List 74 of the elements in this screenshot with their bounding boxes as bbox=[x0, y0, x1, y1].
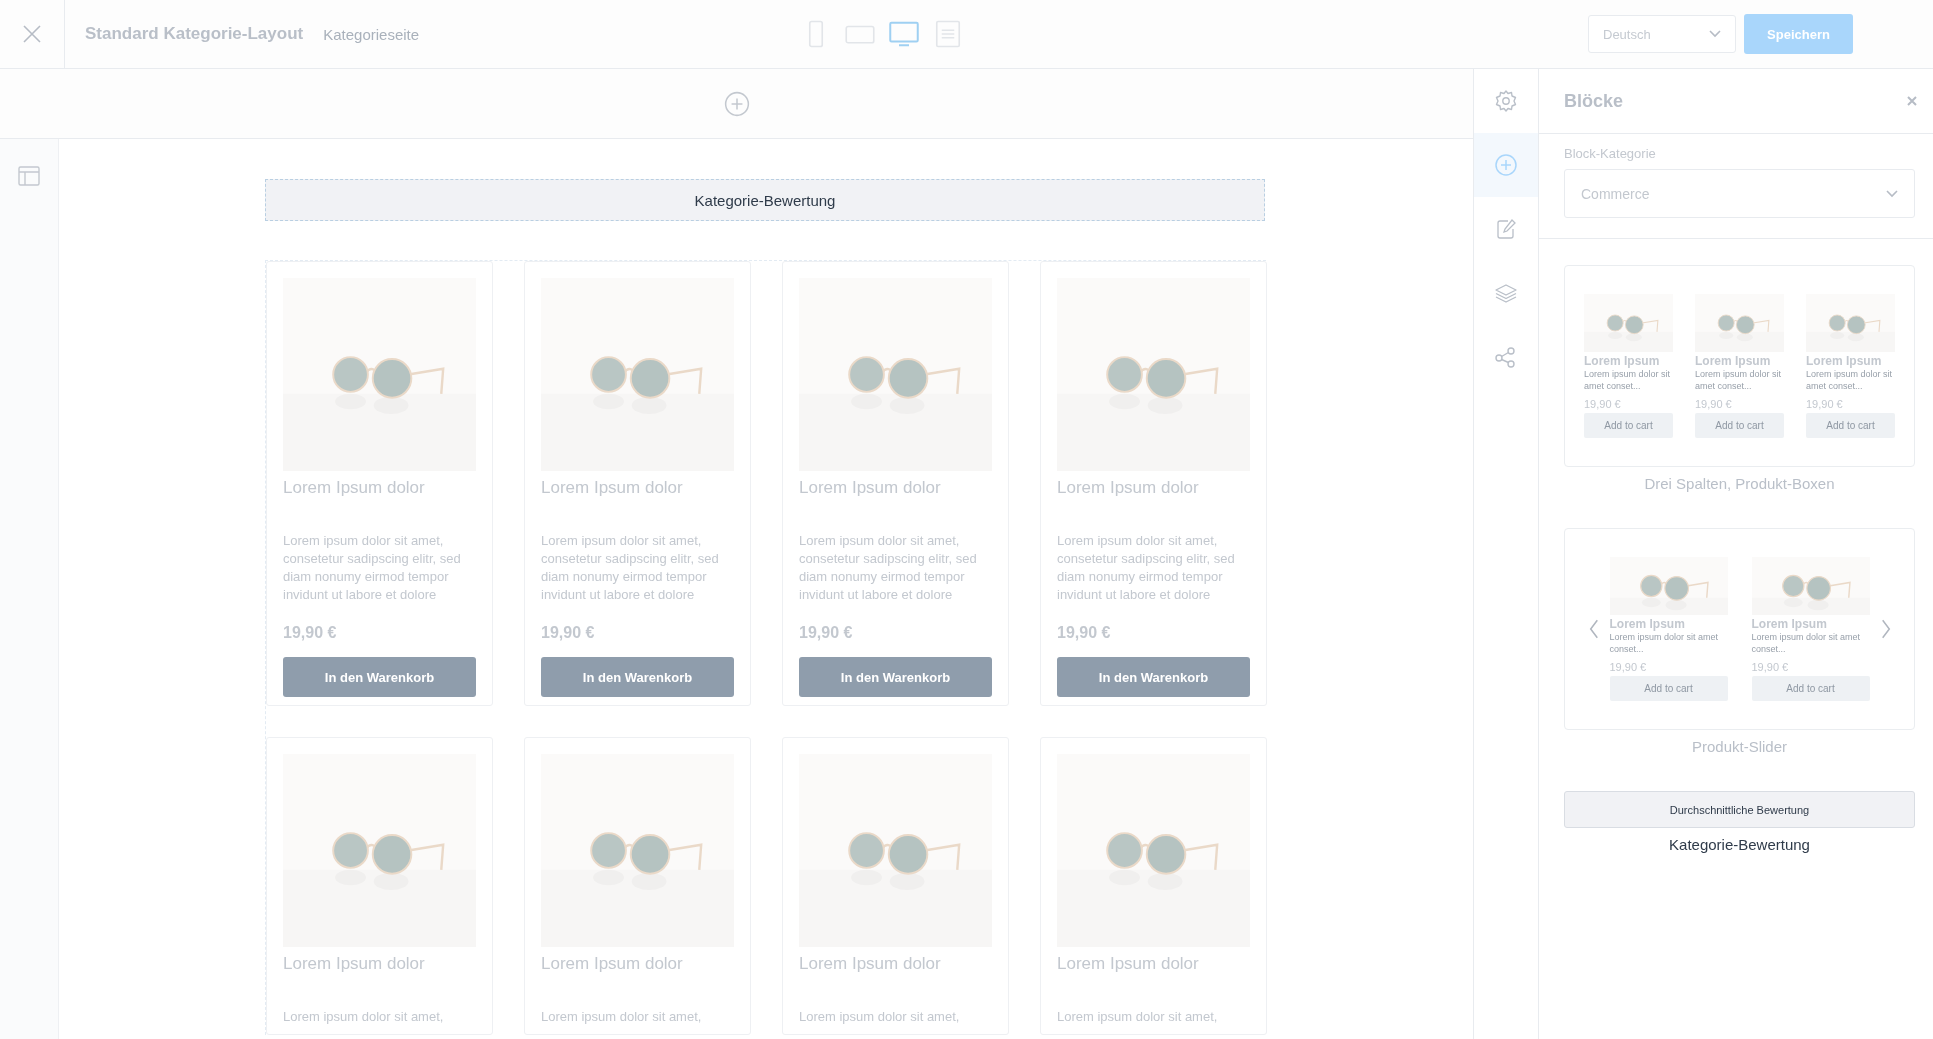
add-icon bbox=[1494, 153, 1518, 177]
close-icon[interactable] bbox=[22, 24, 42, 44]
product-price: 19,90 € bbox=[283, 624, 338, 642]
save-button[interactable]: Speichern bbox=[1744, 14, 1853, 54]
rating-block[interactable]: Kategorie-Bewertung bbox=[265, 179, 1265, 221]
add-to-cart-button[interactable]: In den Warenkorb bbox=[541, 657, 734, 697]
product-description: Lorem ipsum dolor sit amet conset... bbox=[1695, 368, 1783, 392]
edit-icon bbox=[1494, 217, 1518, 241]
product-title: Lorem Ipsum dolor bbox=[283, 478, 426, 498]
product-description: Lorem ipsum dolor sit amet, consetetur sadipscing elitr, sed diam nonumy eirmod tempor invidunt ut labore et dolore bbox=[799, 532, 978, 604]
block-preview[interactable] bbox=[1564, 265, 1915, 467]
language-select[interactable]: Deutsch bbox=[1588, 15, 1736, 53]
product-description: Lorem ipsum dolor sit amet conset... bbox=[1609, 631, 1720, 655]
product-price: 19,90 € bbox=[799, 624, 854, 642]
product-description: Lorem ipsum dolor sit amet, bbox=[799, 1008, 961, 1026]
layout-icon[interactable] bbox=[17, 164, 41, 188]
share-icon bbox=[1494, 345, 1518, 369]
monitor-icon bbox=[889, 19, 920, 49]
page-type-label: Kategorieseite bbox=[323, 25, 420, 43]
category-select[interactable]: Commerce bbox=[1564, 169, 1915, 218]
chevron-left-icon bbox=[1587, 618, 1600, 640]
product-price: 19,90 € bbox=[1057, 624, 1112, 642]
product-description: Lorem ipsum dolor sit amet, consetetur sadipscing elitr, sed diam nonumy eirmod tempor invidunt ut labore et dolore bbox=[541, 532, 720, 604]
product-title: Lorem Ipsum dolor bbox=[283, 954, 426, 974]
chevron-down-icon bbox=[1709, 30, 1721, 38]
product-title: Lorem Ipsum dolor bbox=[799, 954, 942, 974]
block-caption: Drei Spalten, Produkt-Boxen bbox=[1643, 475, 1836, 492]
product-description: Lorem ipsum dolor sit amet conset... bbox=[1584, 368, 1672, 392]
close-icon[interactable] bbox=[1906, 95, 1918, 107]
add-section-icon[interactable] bbox=[723, 90, 750, 117]
product-price: 19,90 € bbox=[1584, 398, 1622, 410]
product-description: Lorem ipsum dolor sit amet, consetetur sadipscing elitr, sed diam nonumy eirmod tempor invidunt ut labore et dolore bbox=[1057, 532, 1236, 604]
product-title: Lorem Ipsum dolor bbox=[541, 478, 684, 498]
product-title: Lorem Ipsum bbox=[1751, 617, 1828, 631]
block-caption: Kategorie-Bewertung bbox=[1668, 836, 1811, 853]
block-preview[interactable]: Durchschnittliche Bewertung bbox=[1564, 791, 1915, 828]
layout-title: Standard Kategorie-Layout bbox=[85, 24, 304, 44]
product-description: Lorem ipsum dolor sit amet, bbox=[541, 1008, 703, 1026]
product-price: 19,90 € bbox=[1695, 398, 1733, 410]
product-price: 19,90 € bbox=[1806, 398, 1844, 410]
add-to-cart-button[interactable]: In den Warenkorb bbox=[799, 657, 992, 697]
product-price: 19,90 € bbox=[1751, 661, 1790, 673]
product-title: Lorem Ipsum dolor bbox=[1057, 954, 1200, 974]
product-price: 19,90 € bbox=[1609, 661, 1648, 673]
add-to-cart-button: Add to cart bbox=[1751, 676, 1870, 701]
add-to-cart-button: Add to cart bbox=[1584, 413, 1673, 438]
block-caption: Produkt-Slider bbox=[1690, 738, 1788, 755]
product-price: 19,90 € bbox=[541, 624, 596, 642]
product-title: Lorem Ipsum bbox=[1609, 617, 1686, 631]
add-to-cart-button: Add to cart bbox=[1609, 676, 1728, 701]
rating-block-label: Kategorie-Bewertung bbox=[694, 191, 836, 209]
add-to-cart-button[interactable]: In den Warenkorb bbox=[283, 657, 476, 697]
block-preview[interactable]: Lorem Ipsum Lorem ipsum dolor sit amet conset... 19,90 € Add to cart Lorem Ipsum Lorem ipsum dolor sit amet conset... 19,90 € Add to cart bbox=[1564, 528, 1915, 730]
product-title: Lorem Ipsum bbox=[1806, 354, 1883, 368]
product-title: Lorem Ipsum dolor bbox=[1057, 478, 1200, 498]
add-to-cart-button: Add to cart bbox=[1806, 413, 1895, 438]
product-description: Lorem ipsum dolor sit amet, bbox=[283, 1008, 445, 1026]
chevron-down-icon bbox=[1886, 189, 1898, 198]
chevron-right-icon bbox=[1879, 618, 1892, 640]
sidebar-tab[interactable] bbox=[1474, 133, 1538, 197]
settings-icon bbox=[1494, 89, 1518, 113]
product-title: Lorem Ipsum dolor bbox=[799, 478, 942, 498]
panel-title: Blöcke bbox=[1564, 90, 1624, 112]
product-title: Lorem Ipsum dolor bbox=[541, 954, 684, 974]
product-description: Lorem ipsum dolor sit amet, consetetur sadipscing elitr, sed diam nonumy eirmod tempor invidunt ut labore et dolore bbox=[283, 532, 462, 604]
product-description: Lorem ipsum dolor sit amet conset... bbox=[1806, 368, 1894, 392]
field-label: Block-Kategorie bbox=[1564, 146, 1657, 161]
product-title: Lorem Ipsum bbox=[1695, 354, 1772, 368]
add-to-cart-button: Add to cart bbox=[1695, 413, 1784, 438]
product-description: Lorem ipsum dolor sit amet conset... bbox=[1751, 631, 1862, 655]
add-to-cart-button[interactable]: In den Warenkorb bbox=[1057, 657, 1250, 697]
product-title: Lorem Ipsum bbox=[1584, 354, 1661, 368]
device-view-button[interactable] bbox=[889, 19, 920, 49]
product-description: Lorem ipsum dolor sit amet, bbox=[1057, 1008, 1219, 1026]
